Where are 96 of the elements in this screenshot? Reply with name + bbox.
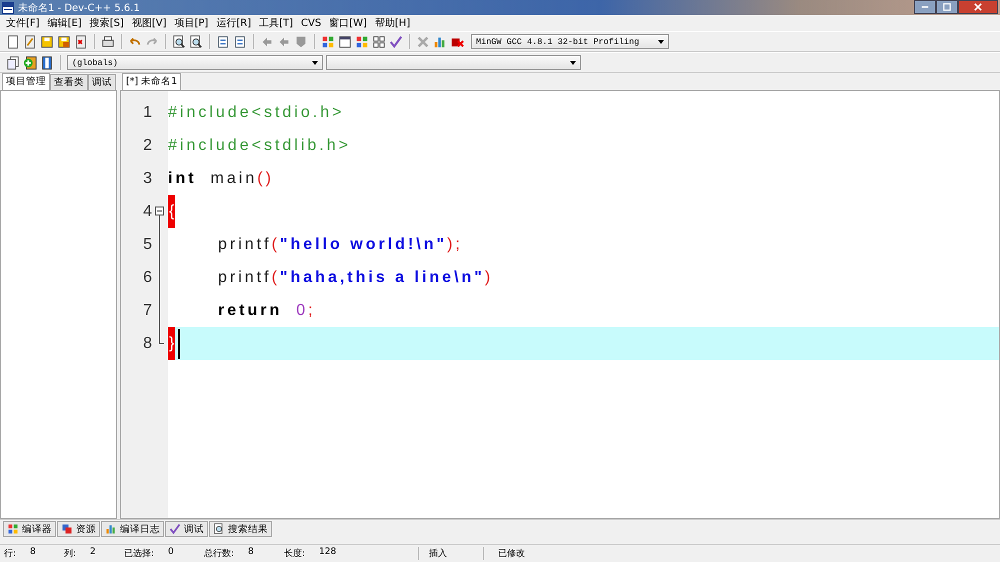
status-label: 已选择: — [124, 548, 154, 560]
output-tab[interactable]: 编译器 — [3, 521, 56, 537]
document-icon[interactable] — [23, 34, 37, 48]
app-icon — [2, 2, 14, 14]
compiler-select[interactable]: MinGW GCC 4.8.1 32-bit Profiling — [471, 34, 669, 49]
output-tab[interactable]: 资源 — [57, 521, 100, 537]
grid-icon[interactable] — [355, 34, 369, 48]
status-label: 已修改 — [498, 548, 525, 560]
magnifier-icon[interactable] — [172, 34, 186, 48]
code-token: 0 — [296, 302, 308, 320]
pages-icon[interactable] — [6, 56, 20, 70]
menu-item[interactable]: 视图[V] — [128, 16, 170, 30]
output-tab[interactable]: 搜索结果 — [209, 521, 272, 537]
window-title: 未命名1 - Dev-C++ 5.6.1 — [18, 2, 140, 14]
check-icon — [169, 523, 181, 535]
panel-tab[interactable]: 项目管理 — [2, 73, 50, 90]
status-value: 8 — [30, 546, 36, 558]
menu-item[interactable]: 运行[R] — [212, 16, 256, 30]
code-token: () — [257, 170, 274, 188]
printer-icon[interactable] — [101, 34, 115, 48]
panel-tab[interactable]: 查看类 — [50, 74, 88, 90]
bar-chart-icon — [105, 523, 117, 535]
line-number: 7 — [142, 302, 152, 320]
code-token: ); — [447, 236, 463, 254]
plus-icon[interactable] — [23, 56, 37, 70]
line-number: 6 — [142, 268, 152, 286]
line-number: 2 — [142, 136, 152, 154]
code-token: return — [218, 302, 282, 320]
menu-item[interactable]: 帮助[H] — [370, 16, 414, 30]
magnifier-icon — [213, 523, 225, 535]
code-token: ( — [272, 268, 280, 286]
line-number: 4 — [142, 202, 152, 220]
status-value: 128 — [319, 546, 336, 558]
status-label: 插入 — [429, 548, 447, 560]
code-token: #include<stdlib.h> — [168, 136, 351, 154]
close-button[interactable] — [958, 0, 998, 14]
code-editor[interactable]: 1 #include<stdio.h> 2 #include<stdlib.h> 3 int main() 4 { 5 printf("hello world!\n"); 6 printf("haha,this a line\n") 7 return 0; 8 } — [120, 90, 1000, 519]
grid-icon[interactable] — [372, 34, 386, 48]
status-label: 长度: — [284, 548, 306, 560]
grid-icon — [7, 523, 19, 535]
status-label: 列: — [64, 548, 76, 560]
bar-chart-icon[interactable] — [433, 34, 447, 48]
caret-icon — [570, 60, 576, 64]
menu-item[interactable]: 窗口[W] — [325, 16, 371, 30]
code-token: ; — [308, 302, 316, 320]
symbol-select[interactable] — [326, 55, 581, 70]
line-number: 5 — [142, 236, 152, 254]
editor-tab[interactable]: [*] 未命名1 — [122, 73, 182, 90]
save-all-icon[interactable] — [57, 34, 71, 48]
save-icon[interactable] — [40, 34, 54, 48]
menu-item[interactable]: 编辑[E] — [44, 16, 86, 30]
status-value: 8 — [248, 546, 254, 558]
list-icon[interactable] — [216, 34, 230, 48]
status-label: 行: — [4, 548, 16, 560]
list-icon[interactable] — [233, 34, 247, 48]
line-number: 8 — [142, 334, 152, 352]
page-icon[interactable] — [6, 34, 20, 48]
caret-icon — [658, 40, 664, 44]
line-number: 1 — [142, 104, 152, 122]
status-value: 2 — [90, 546, 96, 558]
maximize-button[interactable] — [936, 0, 958, 14]
text-cursor — [178, 328, 180, 358]
code-token: #include<stdio.h> — [168, 104, 344, 122]
line-number: 3 — [142, 170, 152, 188]
maximize-icon — [943, 3, 951, 11]
menu-item[interactable]: 项目[P] — [170, 16, 212, 30]
close-file-icon[interactable] — [74, 34, 88, 48]
window-icon[interactable] — [338, 34, 352, 48]
menu-item[interactable]: 搜索[S] — [86, 16, 128, 30]
close-icon — [974, 3, 982, 11]
menu-item[interactable]: 文件[F] — [2, 16, 44, 30]
code-token: int — [168, 170, 197, 188]
code-token: "hello world!\n" — [280, 236, 448, 254]
code-token: printf — [218, 268, 272, 286]
magnifier-icon[interactable] — [189, 34, 203, 48]
code-token: printf — [218, 236, 272, 254]
minimize-button[interactable] — [914, 0, 936, 14]
menu-item[interactable]: CVS — [297, 18, 326, 28]
output-tab[interactable]: 编译日志 — [101, 521, 164, 537]
code-token: } — [168, 327, 176, 360]
code-token: main — [210, 170, 258, 188]
status-label: 总行数: — [204, 548, 234, 560]
status-value: 0 — [168, 546, 174, 558]
panel-tab[interactable]: 调试 — [88, 74, 116, 90]
check-icon[interactable] — [389, 34, 403, 48]
grid-icon[interactable] — [321, 34, 335, 48]
output-tab[interactable]: 调试 — [165, 521, 208, 537]
pages-icon — [61, 523, 73, 535]
caret-icon — [312, 60, 318, 64]
scope-select[interactable]: (globals) — [67, 55, 323, 70]
code-token: "haha,this a line\n" — [280, 268, 485, 286]
code-token: ) — [484, 268, 494, 286]
menu-item[interactable]: 工具[T] — [255, 16, 298, 30]
code-token: { — [168, 195, 176, 228]
minimize-icon — [921, 6, 929, 8]
code-token: ( — [272, 236, 280, 254]
